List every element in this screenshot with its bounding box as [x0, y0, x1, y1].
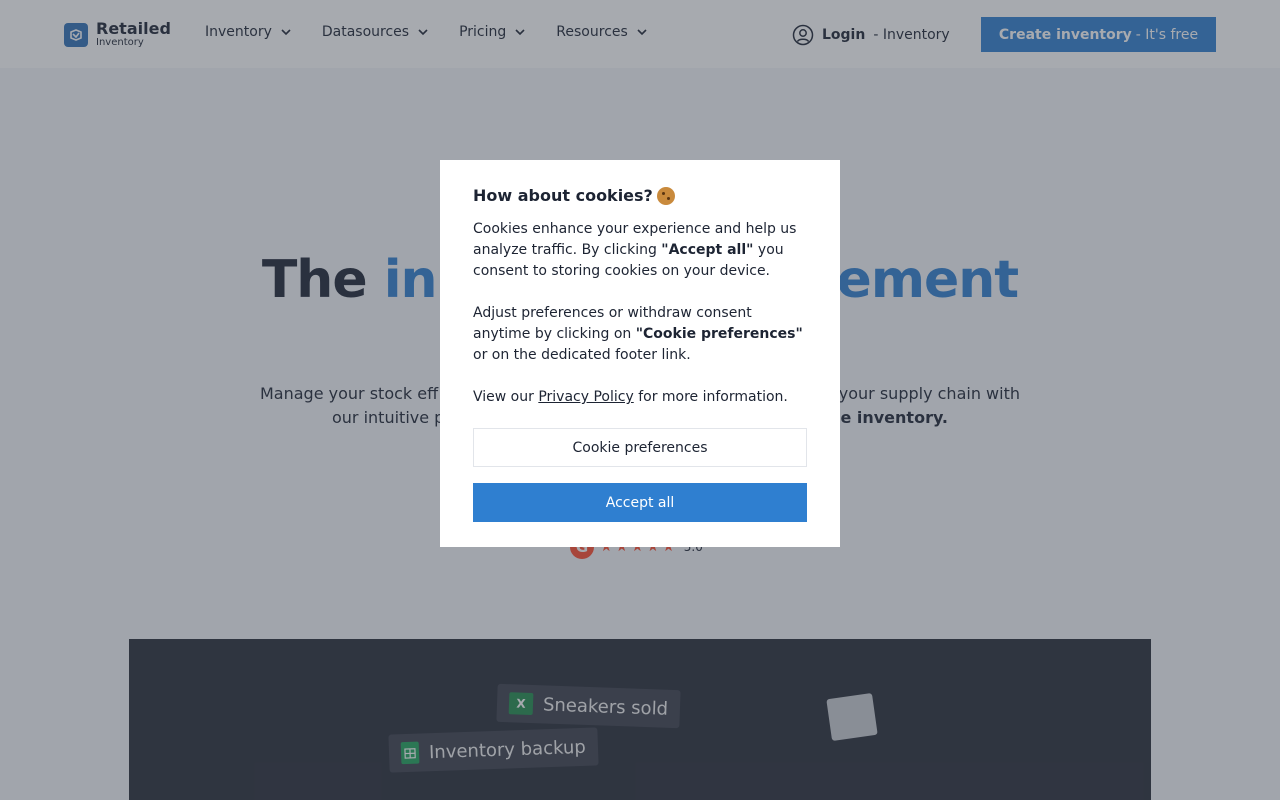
cookie-consent-dialog: How about cookies? Cookies enhance your … [440, 160, 840, 547]
cookie-text-privacy: View our Privacy Policy for more informa… [473, 387, 807, 408]
cookie-dialog-title: How about cookies? [473, 186, 807, 205]
cookie-p2-after: or on the dedicated footer link. [473, 347, 691, 363]
cookie-text-consent: Cookies enhance your experience and help… [473, 219, 807, 282]
cookie-p2-bold: "Cookie preferences" [635, 326, 803, 342]
cookie-p3-after: for more information. [633, 389, 788, 405]
cookie-text-preferences: Adjust preferences or withdraw consent a… [473, 303, 807, 366]
privacy-policy-link[interactable]: Privacy Policy [538, 389, 633, 405]
cookie-icon [656, 186, 675, 205]
cookie-p1-bold: "Accept all" [661, 242, 754, 258]
accept-all-button[interactable]: Accept all [473, 483, 807, 522]
cookie-title-text: How about cookies? [473, 186, 653, 205]
cookie-preferences-button[interactable]: Cookie preferences [473, 428, 807, 467]
cookie-p3-text: View our [473, 389, 539, 405]
